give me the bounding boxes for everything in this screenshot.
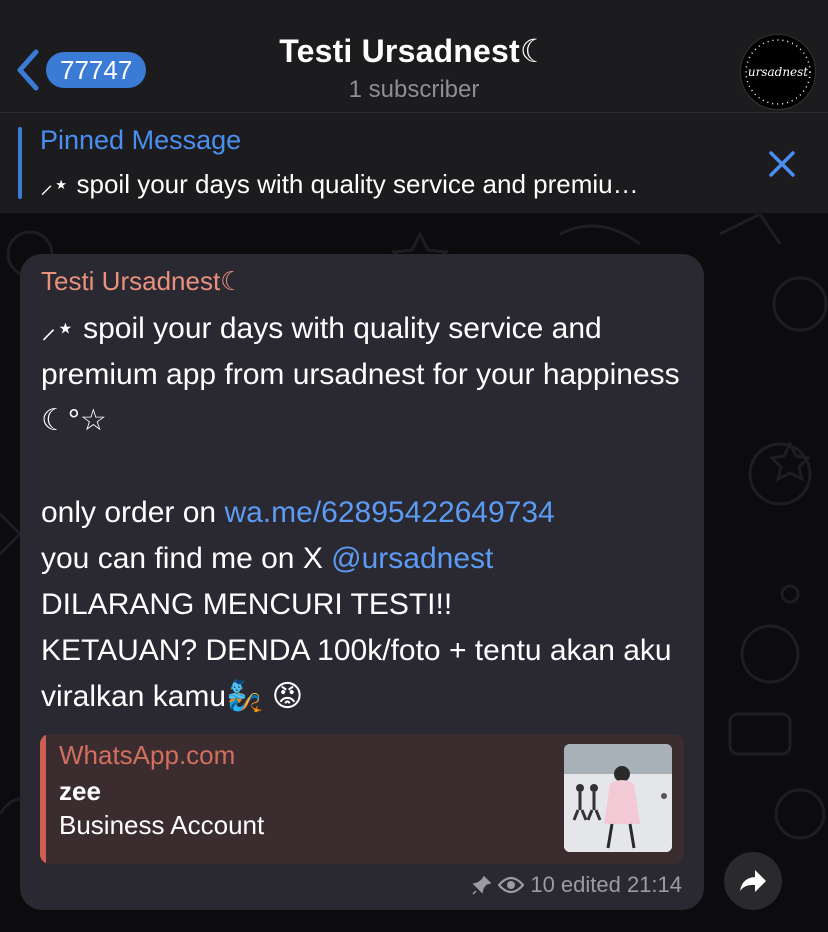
channel-info[interactable]: Testi Ursadnest☾ 1 subscriber — [0, 32, 828, 104]
whatsapp-link[interactable]: wa.me/62895422649734 — [224, 496, 554, 529]
share-button[interactable] — [724, 852, 782, 910]
preview-site: WhatsApp.com — [59, 740, 236, 770]
warning-line-1: DILARANG MENCURI TESTI!! — [41, 588, 453, 621]
chat-header: 77747 Testi Ursadnest☾ 1 subscriber ursa… — [0, 0, 828, 113]
preview-description: Business Account — [59, 810, 265, 840]
link-preview[interactable]: WhatsApp.com zee Business Account — [40, 734, 684, 864]
message-meta: 10 edited 21:14 — [472, 872, 682, 898]
close-icon[interactable] — [768, 150, 796, 178]
pinned-indicator — [18, 127, 22, 199]
find-line: you can find me on X @ursadnest — [41, 536, 691, 582]
pinned-title: Pinned Message — [40, 125, 242, 155]
find-prefix: you can find me on X — [41, 542, 332, 575]
avatar-text: ursadnest — [748, 65, 808, 79]
chat-area: Testi Ursadnest☾ ⸝⋆ spoil your days with… — [0, 214, 828, 932]
warning-line-2: KETAUAN? DENDA 100k/foto + tentu akan ak… — [41, 634, 672, 713]
channel-avatar[interactable]: ursadnest — [740, 34, 816, 110]
preview-thumbnail — [564, 744, 672, 852]
pin-icon — [472, 875, 492, 895]
order-prefix: only order on — [41, 496, 225, 529]
pinned-text: ⸝⋆ spoil your days with quality service … — [40, 169, 639, 199]
share-arrow-icon — [740, 870, 766, 892]
channel-title: Testi Ursadnest☾ — [279, 33, 549, 69]
avatar-logo: ursadnest — [745, 39, 811, 105]
subscriber-count: 1 subscriber — [348, 76, 480, 103]
pinned-message-bar[interactable]: Pinned Message ⸝⋆ spoil your days with q… — [0, 113, 828, 214]
message-text: ⸝⋆ spoil your days with quality service … — [41, 306, 691, 720]
message-sender: Testi Ursadnest☾ — [41, 266, 244, 296]
x-handle-link[interactable]: @ursadnest — [331, 542, 493, 575]
message-bubble[interactable]: Testi Ursadnest☾ ⸝⋆ spoil your days with… — [20, 254, 704, 910]
eye-icon — [498, 876, 525, 894]
preview-name: zee — [59, 776, 101, 806]
view-count: 10 — [530, 872, 555, 897]
edited-time: edited 21:14 — [560, 872, 682, 897]
preview-accent-bar — [40, 734, 46, 864]
message-intro: ⸝⋆ spoil your days with quality service … — [41, 312, 680, 437]
thumbnail-image — [564, 744, 672, 852]
order-line: only order on wa.me/62895422649734 — [41, 490, 691, 536]
